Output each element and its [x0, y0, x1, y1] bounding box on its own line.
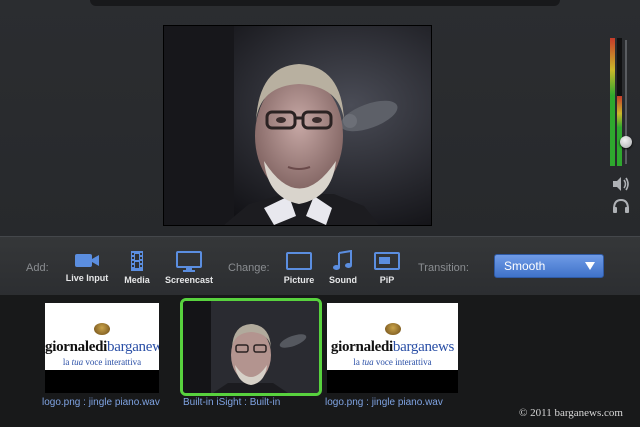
logo-tag-2: voce interattiva: [373, 357, 432, 367]
transition-label: Transition:: [418, 262, 469, 274]
logo-tag-em: tua: [362, 357, 374, 367]
logo-tagline: la tua voce interattiva: [45, 357, 159, 367]
logo-emblem: [94, 323, 110, 335]
logo-name: giornaledibarganews: [45, 339, 159, 356]
meter-left-fill: [610, 38, 615, 166]
logo-tag-2: voce interattiva: [83, 357, 142, 367]
live-preview: [163, 25, 432, 226]
headphones-icon[interactable]: [611, 198, 631, 214]
source-thumbnail-logo-1[interactable]: giornaledibarganews la tua voce interatt…: [45, 303, 159, 393]
audio-level-meter: [608, 38, 634, 170]
logo-tag-1: la: [62, 357, 72, 367]
transition-select[interactable]: Smooth: [494, 254, 604, 278]
change-label: Change:: [228, 262, 270, 274]
speaker-icon[interactable]: [611, 176, 631, 192]
logo-name-light: barganews: [392, 339, 455, 355]
logo-black-band: [327, 370, 458, 393]
media-button[interactable]: Media: [107, 250, 167, 285]
barganews-logo: giornaledibarganews la tua voce interatt…: [327, 303, 458, 393]
picture-in-picture-icon: [374, 252, 400, 270]
source-thumbnail-logo-2[interactable]: giornaledibarganews la tua voce interatt…: [327, 303, 458, 393]
picture-frame-icon: [286, 252, 312, 270]
logo-name: giornaledibarganews: [327, 339, 458, 356]
music-note-icon: [333, 250, 352, 270]
chevron-down-icon: [585, 262, 595, 270]
screencast-button[interactable]: Screencast: [159, 250, 219, 285]
meter-left-channel: [610, 38, 615, 166]
toolbar: Add: Live Input Media Screencast Change:…: [0, 236, 640, 296]
top-bezel: [90, 0, 560, 6]
webcam-feed-image: [164, 26, 431, 225]
transition-value: Smooth: [504, 259, 546, 273]
media-label: Media: [124, 275, 150, 285]
pip-label: PiP: [379, 275, 395, 285]
logo-black-band: [45, 370, 159, 393]
meter-right-channel: [617, 38, 622, 166]
logo-name-bold: giornaledi: [45, 339, 108, 355]
barganews-logo: giornaledibarganews la tua voce interatt…: [45, 303, 159, 393]
logo-name-light: barganews: [107, 339, 159, 355]
screencast-label: Screencast: [164, 275, 214, 285]
logo-tag-1: la: [353, 357, 363, 367]
video-camera-icon: [75, 254, 99, 267]
webcam-thumbnail-image: [183, 301, 319, 393]
copyright-watermark: © 2011 barganews.com: [519, 407, 623, 419]
volume-slider-knob[interactable]: [620, 135, 632, 148]
thumbnail-caption-3: logo.png : jingle piano.wav: [325, 397, 443, 408]
logo-tagline: la tua voce interattiva: [327, 357, 458, 367]
pip-button[interactable]: PiP: [357, 250, 417, 285]
logo-tag-em: tua: [71, 357, 84, 367]
monitor-icon: [176, 251, 202, 272]
thumbnail-caption-2: Built-in iSight : Built-in: [183, 397, 281, 408]
logo-name-bold: giornaledi: [330, 339, 393, 355]
logo-emblem: [384, 323, 401, 335]
thumbnail-caption-1: logo.png : jingle piano.wav: [42, 397, 160, 408]
meter-right-fill: [617, 95, 622, 166]
source-thumbnail-isight[interactable]: [180, 298, 322, 396]
add-label: Add:: [26, 262, 49, 274]
film-strip-icon: [131, 251, 143, 271]
